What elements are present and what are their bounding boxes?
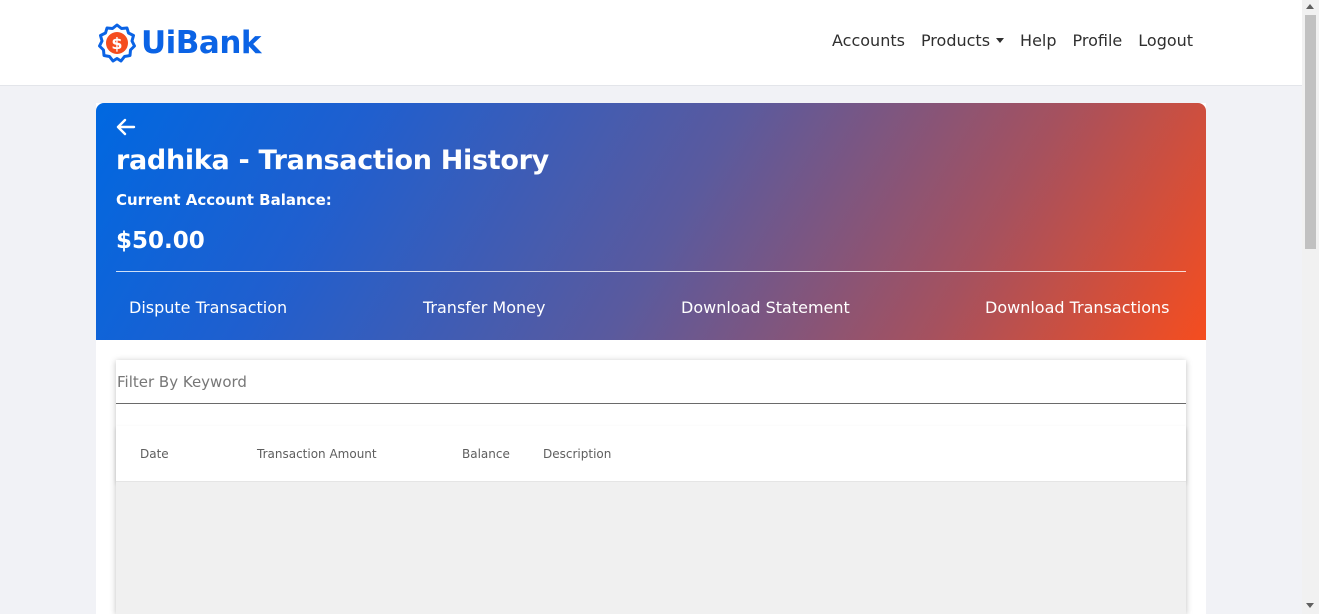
brand-logo[interactable]: $ UiBank [97,23,262,63]
scroll-down-arrow-icon[interactable] [1306,603,1314,608]
svg-text:$: $ [111,34,122,53]
scroll-up-arrow-icon[interactable] [1306,4,1314,9]
caret-down-icon [996,38,1005,43]
table-header-row: Date Transaction Amount Balance Descript… [116,426,1186,482]
nav-profile[interactable]: Profile [1073,31,1123,50]
account-header-banner: radhika - Transaction History Current Ac… [96,103,1206,340]
balance-label: Current Account Balance: [116,191,332,209]
column-header-transaction-amount[interactable]: Transaction Amount [257,447,377,461]
nav-accounts[interactable]: Accounts [832,31,905,50]
top-navbar: $ UiBank Accounts Products Help Profile … [0,0,1302,86]
transactions-panel: Date Transaction Amount Balance Descript… [116,360,1186,614]
dollar-badge-icon: $ [98,23,136,63]
download-statement-link[interactable]: Download Statement [681,298,850,317]
download-transactions-link[interactable]: Download Transactions [985,298,1169,317]
divider [116,271,1186,272]
column-header-date[interactable]: Date [140,447,169,461]
balance-value: $50.00 [116,228,205,254]
column-header-description[interactable]: Description [543,447,611,461]
nav-help[interactable]: Help [1020,31,1056,50]
dispute-transaction-link[interactable]: Dispute Transaction [129,298,287,317]
column-header-balance[interactable]: Balance [462,447,510,461]
transfer-money-link[interactable]: Transfer Money [423,298,545,317]
nav-products[interactable]: Products [920,31,1005,50]
nav-products-label: Products [920,31,991,50]
arrow-left-icon[interactable] [116,118,136,136]
brand-name: UiBank [141,25,262,61]
main-nav: Accounts Products Help Profile Logout [832,31,1209,50]
scrollbar-thumb[interactable] [1305,15,1316,249]
filter-keyword-input[interactable] [116,360,1186,404]
table-body [116,482,1186,614]
nav-logout[interactable]: Logout [1138,31,1193,50]
page-title: radhika - Transaction History [116,145,549,176]
page-scrollbar[interactable] [1302,0,1319,614]
